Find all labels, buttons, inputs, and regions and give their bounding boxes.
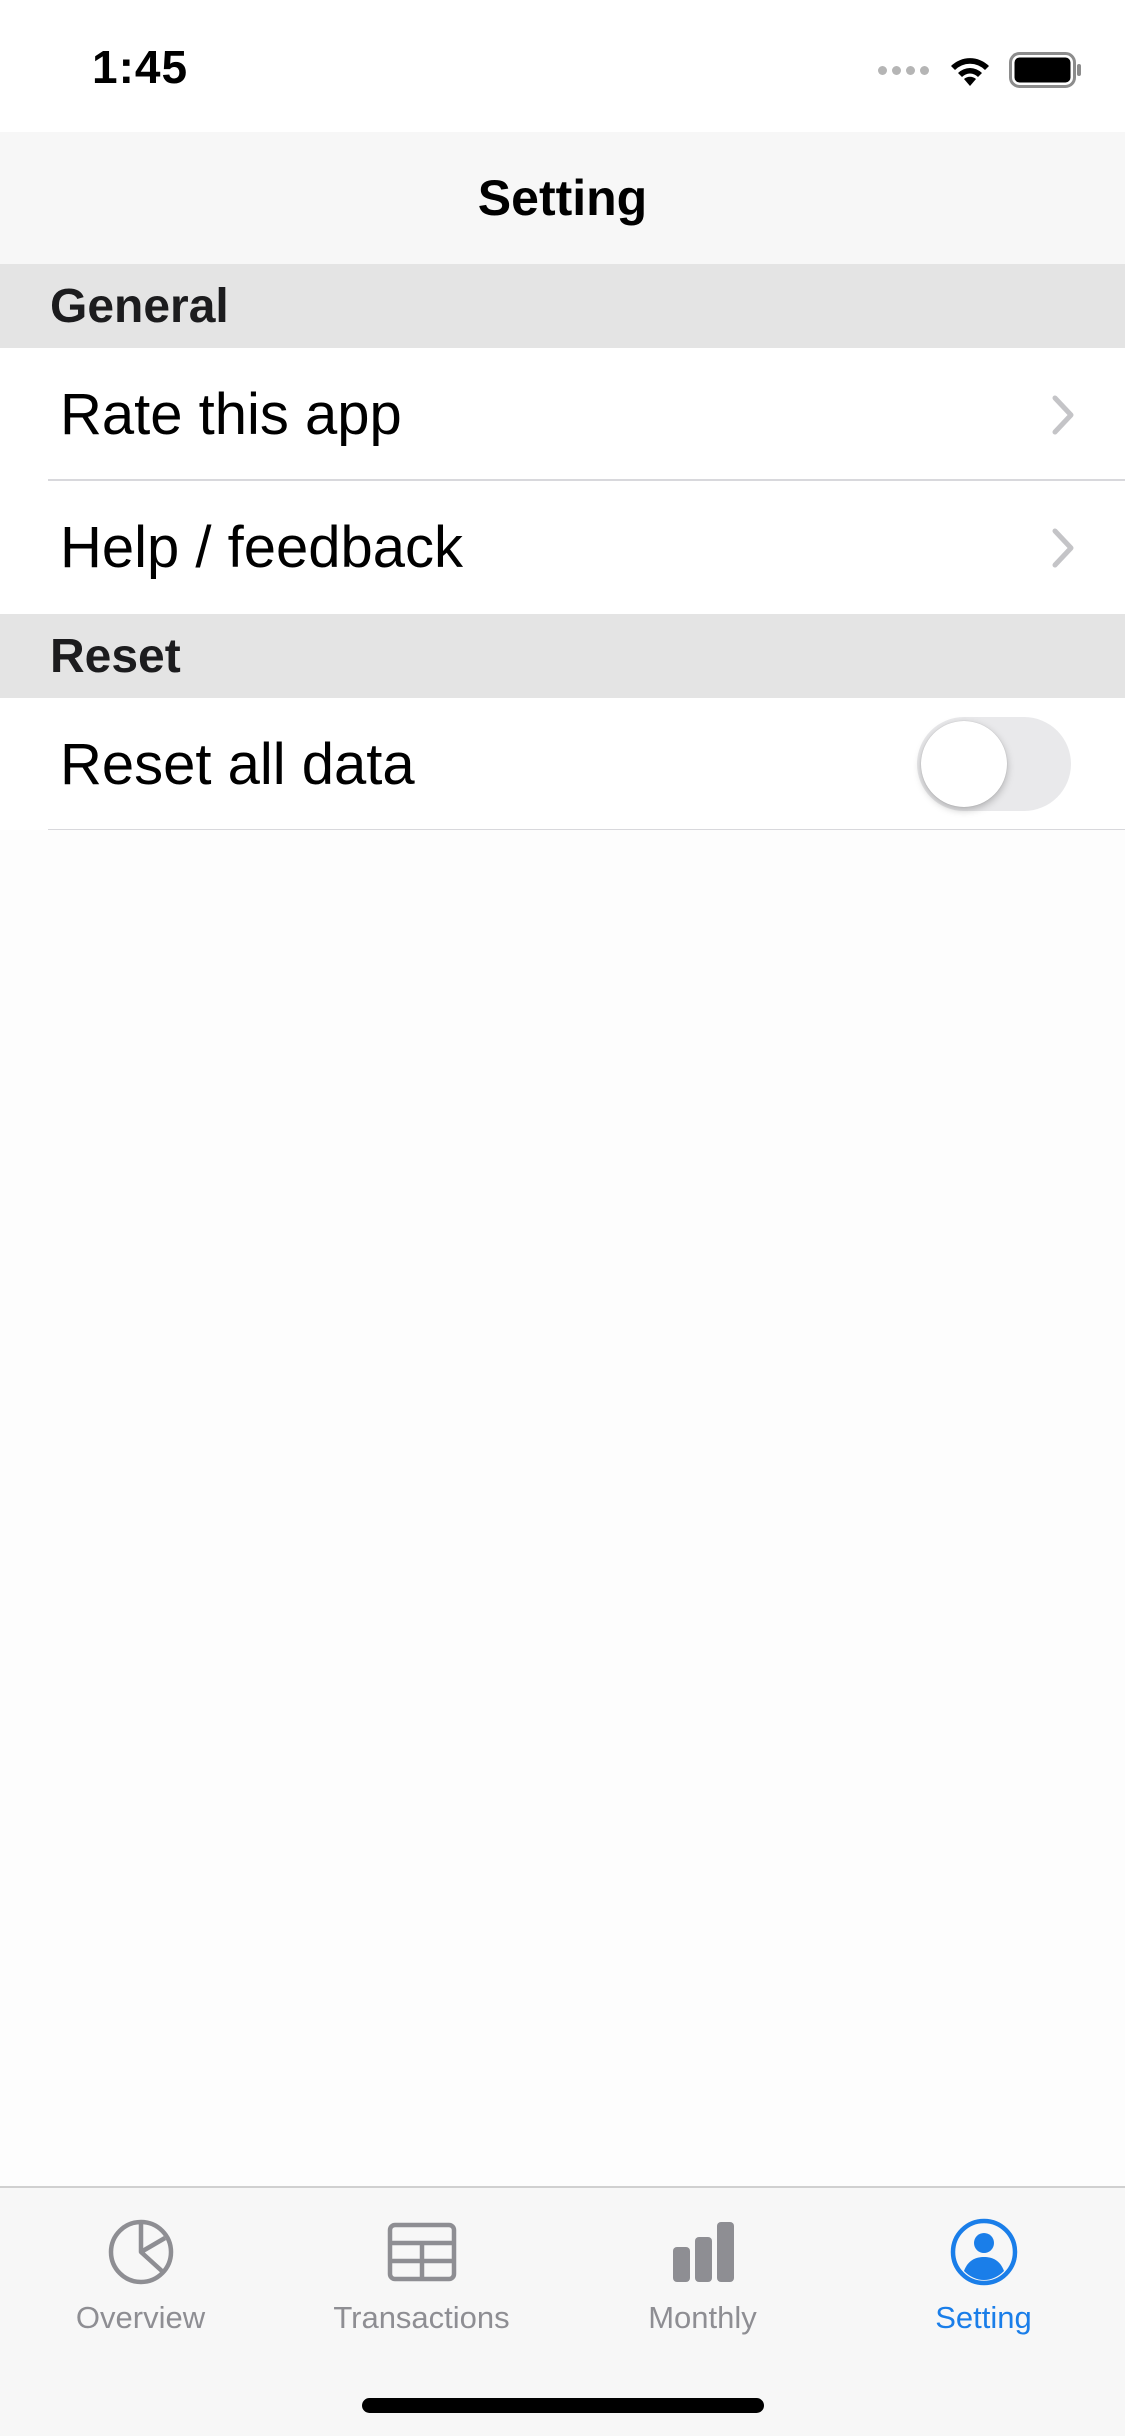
battery-icon <box>1009 52 1081 88</box>
rate-app-row[interactable]: Rate this app <box>0 348 1125 481</box>
tab-label: Overview <box>75 2300 206 2335</box>
tab-setting[interactable]: Setting <box>843 2216 1124 2356</box>
status-bar: 1:45 <box>0 0 1125 132</box>
help-feedback-row[interactable]: Help / feedback <box>0 481 1125 614</box>
tab-transactions[interactable]: Transactions <box>281 2216 562 2356</box>
tab-monthly[interactable]: Monthly <box>562 2216 843 2356</box>
table-icon <box>387 2222 456 2282</box>
toggle-knob <box>921 721 1007 807</box>
person-circle-icon <box>950 2218 1017 2286</box>
tab-label: Setting <box>935 2300 1032 2335</box>
section-header-reset: Reset <box>0 614 1125 698</box>
signal-dots-icon <box>878 65 929 75</box>
reset-all-data-row: Reset all data <box>0 698 1125 831</box>
chevron-right-icon <box>1052 528 1074 568</box>
tab-label: Transactions <box>333 2300 510 2335</box>
home-indicator[interactable] <box>362 2398 764 2413</box>
row-label: Help / feedback <box>60 515 464 580</box>
row-label: Rate this app <box>60 382 402 447</box>
page-title: Setting <box>477 170 648 226</box>
wifi-icon <box>951 58 989 86</box>
bar-chart-icon <box>672 2222 734 2282</box>
tab-bar: Overview Transactions Monthly Setting <box>0 2186 1125 2436</box>
tab-label: Monthly <box>648 2300 757 2335</box>
row-label: Reset all data <box>60 732 415 797</box>
section-header-general: General <box>0 264 1125 348</box>
status-icons <box>878 48 1083 92</box>
reset-data-toggle[interactable] <box>917 717 1071 811</box>
tab-overview[interactable]: Overview <box>0 2216 281 2356</box>
navigation-bar: Setting <box>0 132 1125 264</box>
content-background <box>0 830 1125 2186</box>
pie-chart-icon <box>108 2219 173 2285</box>
status-time: 1:45 <box>92 41 189 93</box>
chevron-right-icon <box>1052 395 1074 435</box>
